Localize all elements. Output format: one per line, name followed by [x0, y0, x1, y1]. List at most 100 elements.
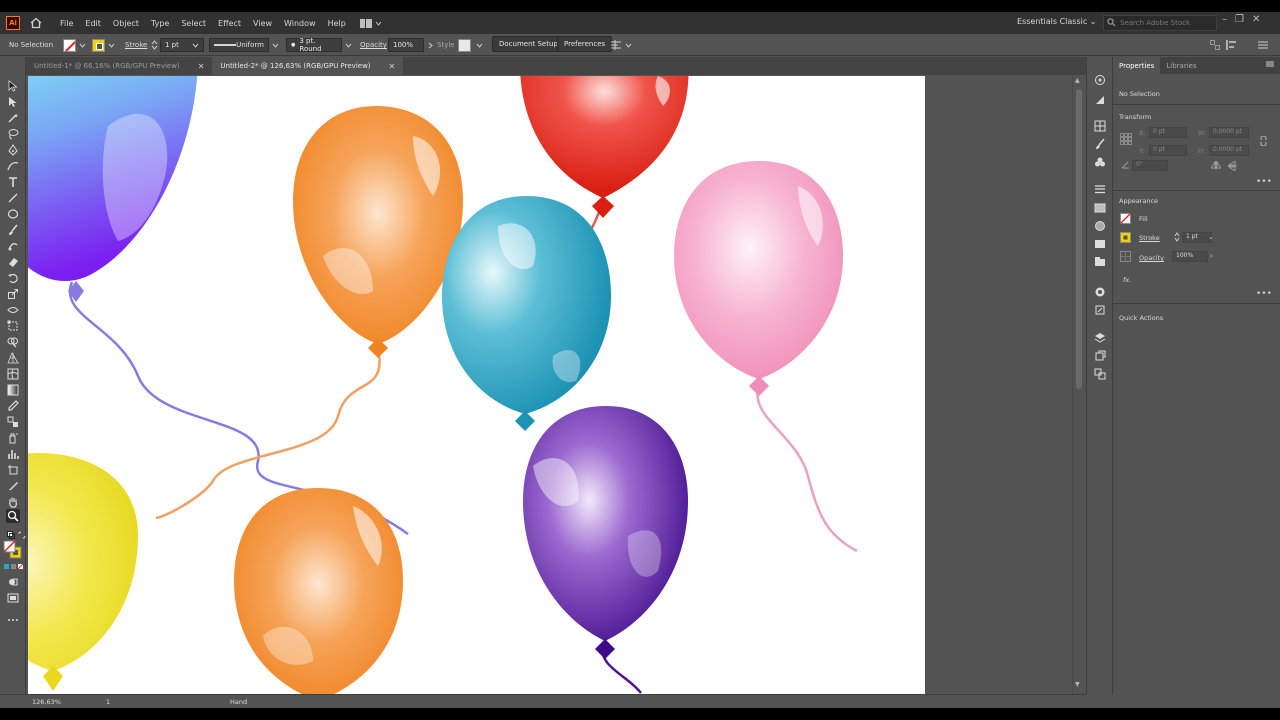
- close-icon[interactable]: ✕: [389, 62, 396, 71]
- reference-point-icon[interactable]: [1120, 133, 1132, 147]
- curvature-tool-icon[interactable]: [6, 159, 20, 173]
- slice-tool-icon[interactable]: [6, 479, 20, 493]
- magic-wand-tool-icon[interactable]: [6, 111, 20, 125]
- stroke-stepper-icon[interactable]: [151, 38, 158, 52]
- constrain-proportions-icon[interactable]: [1259, 135, 1268, 148]
- restore-icon[interactable]: ❐: [1235, 14, 1244, 25]
- menu-type[interactable]: Type: [145, 19, 175, 28]
- more-options-icon[interactable]: •••: [1256, 177, 1272, 187]
- variable-width-profile[interactable]: Uniform: [209, 38, 269, 52]
- appearance-panel-icon[interactable]: [1093, 237, 1107, 251]
- tab-untitled-1[interactable]: Untitled-1* @ 66,16% (RGB/GPU Preview) ✕: [26, 57, 212, 75]
- symbol-sprayer-tool-icon[interactable]: [6, 431, 20, 445]
- artboard-navigator[interactable]: 1: [106, 698, 110, 706]
- width-tool-icon[interactable]: [6, 303, 20, 317]
- brushes-panel-icon[interactable]: [1093, 137, 1107, 151]
- more-tools-icon[interactable]: [6, 613, 20, 627]
- vertical-scrollbar[interactable]: ▲ ▼: [1072, 75, 1084, 694]
- fill-swatch[interactable]: [1120, 213, 1131, 226]
- hand-tool-icon[interactable]: [6, 495, 20, 509]
- tab-untitled-2[interactable]: Untitled-2* @ 126,63% (RGB/GPU Preview) ✕: [212, 57, 404, 75]
- artboard[interactable]: [28, 76, 925, 694]
- ellipse-tool-icon[interactable]: [6, 207, 20, 221]
- lasso-tool-icon[interactable]: [6, 127, 20, 141]
- rotate-tool-icon[interactable]: [6, 271, 20, 285]
- line-segment-tool-icon[interactable]: [6, 191, 20, 205]
- y-field[interactable]: 0 pt: [1149, 145, 1187, 156]
- eraser-tool-icon[interactable]: [6, 255, 20, 269]
- menu-window[interactable]: Window: [278, 19, 322, 28]
- fill-stroke-swatches[interactable]: [3, 540, 23, 560]
- chevron-right-icon[interactable]: ›: [1210, 252, 1213, 260]
- scroll-down-icon[interactable]: ▼: [1075, 681, 1080, 688]
- stroke-weight-field[interactable]: 1 pt: [160, 38, 204, 52]
- eyedropper-tool-icon[interactable]: [6, 399, 20, 413]
- brush-definition[interactable]: ● 3 pt. Round: [286, 37, 342, 53]
- image-trace-icon[interactable]: [1093, 285, 1107, 299]
- align-panel-icon[interactable]: [1226, 38, 1240, 52]
- more-options-icon[interactable]: •••: [1256, 289, 1272, 299]
- home-icon[interactable]: [28, 15, 44, 31]
- paintbrush-tool-icon[interactable]: [6, 223, 20, 237]
- swatches-panel-icon[interactable]: [1093, 119, 1107, 133]
- type-tool-icon[interactable]: [6, 175, 20, 189]
- gradient-tool-icon[interactable]: [6, 383, 20, 397]
- selection-tool-icon[interactable]: [6, 79, 20, 93]
- opacity-label[interactable]: Opacity: [1139, 254, 1164, 262]
- height-field[interactable]: 0,0000 pt: [1209, 145, 1249, 156]
- chevron-down-icon[interactable]: ⌄: [1208, 233, 1214, 241]
- x-field[interactable]: 0 pt: [1149, 127, 1187, 138]
- canvas[interactable]: [26, 75, 1086, 694]
- menu-select[interactable]: Select: [175, 19, 212, 28]
- color-mode-buttons[interactable]: [3, 563, 25, 571]
- layers-panel-icon[interactable]: [1093, 331, 1107, 345]
- menu-file[interactable]: File: [54, 19, 79, 28]
- column-graph-tool-icon[interactable]: [6, 447, 20, 461]
- shape-builder-tool-icon[interactable]: [6, 335, 20, 349]
- current-tool-label[interactable]: Hand: [230, 698, 247, 706]
- symbols-panel-icon[interactable]: [1093, 155, 1107, 169]
- arrange-documents-button[interactable]: [359, 18, 382, 28]
- tab-libraries[interactable]: Libraries: [1160, 57, 1202, 74]
- scroll-thumb[interactable]: [1076, 89, 1082, 389]
- stroke-stepper-icon[interactable]: [1174, 232, 1180, 244]
- search-stock-input[interactable]: Search Adobe Stock: [1103, 15, 1217, 31]
- asset-export-icon[interactable]: [1093, 303, 1107, 317]
- artboard-tool-icon[interactable]: [6, 463, 20, 477]
- opacity-field[interactable]: 100%: [1172, 251, 1208, 262]
- align-options-icon[interactable]: [610, 38, 632, 52]
- flip-vertical-icon[interactable]: [1227, 160, 1237, 173]
- shaper-tool-icon[interactable]: [6, 239, 20, 253]
- stroke-swatch[interactable]: [92, 38, 115, 52]
- tab-properties[interactable]: Properties: [1113, 57, 1161, 74]
- scale-tool-icon[interactable]: [6, 287, 20, 301]
- blend-tool-icon[interactable]: [6, 415, 20, 429]
- color-guide-icon[interactable]: [1093, 93, 1107, 107]
- menu-help[interactable]: Help: [322, 19, 352, 28]
- perspective-grid-tool-icon[interactable]: [6, 351, 20, 365]
- artboards-panel-icon[interactable]: [1093, 349, 1107, 363]
- screen-mode-icon[interactable]: [6, 591, 20, 605]
- drawing-modes-icon[interactable]: [6, 575, 20, 589]
- workspace-switcher[interactable]: Essentials Classic ⌄: [1017, 17, 1097, 26]
- free-transform-tool-icon[interactable]: [6, 319, 20, 333]
- menu-object[interactable]: Object: [107, 19, 145, 28]
- preferences-button[interactable]: Preferences: [557, 36, 613, 52]
- stroke-label[interactable]: Stroke: [1139, 234, 1160, 242]
- menu-view[interactable]: View: [247, 19, 278, 28]
- minimize-icon[interactable]: –: [1222, 14, 1227, 25]
- graphic-style-swatch[interactable]: [458, 38, 483, 52]
- opacity-label[interactable]: Opacity: [360, 38, 387, 52]
- stroke-panel-icon[interactable]: [1093, 183, 1107, 197]
- width-field[interactable]: 0,0000 pt: [1209, 127, 1249, 138]
- scroll-up-icon[interactable]: ▲: [1075, 77, 1080, 84]
- mesh-tool-icon[interactable]: [6, 367, 20, 381]
- panel-menu-icon[interactable]: [1258, 38, 1268, 52]
- close-icon[interactable]: ✕: [1252, 14, 1260, 25]
- flip-horizontal-icon[interactable]: [1210, 160, 1222, 172]
- transparency-panel-icon[interactable]: [1093, 219, 1107, 233]
- graphic-styles-panel-icon[interactable]: [1093, 255, 1107, 269]
- document-setup-button[interactable]: Document Setup: [492, 36, 565, 52]
- menu-effect[interactable]: Effect: [212, 19, 247, 28]
- fill-swatch[interactable]: [63, 38, 86, 52]
